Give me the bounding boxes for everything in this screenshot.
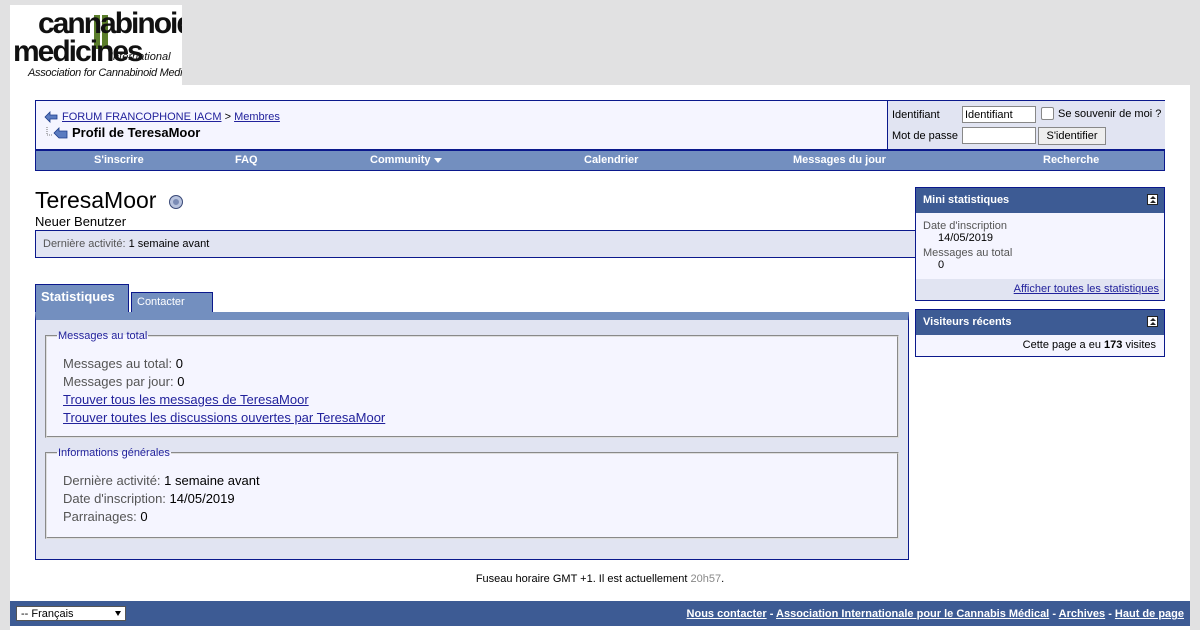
- join-date-row: Date d'inscription: 14/05/2019: [63, 491, 235, 506]
- profile-usertitle: Neuer Benutzer: [35, 214, 127, 229]
- recent-visitors-header: Visiteurs récents: [916, 310, 1164, 335]
- footer-links: Nous contacter - Association Internation…: [687, 608, 1184, 620]
- visit-count-text: Cette page a eu 173 visites: [1023, 339, 1156, 351]
- footer-link-separator: -: [1108, 608, 1112, 620]
- posts-per-day-label: Messages par jour:: [63, 374, 174, 389]
- general-info-fieldset: Informations générales Dernière activité…: [45, 447, 899, 539]
- username-input[interactable]: [962, 106, 1036, 123]
- logo-text-line3: International: [110, 51, 171, 63]
- timezone-period: .: [721, 573, 725, 585]
- offline-status-icon: [169, 195, 183, 209]
- menu-community[interactable]: Community: [370, 154, 442, 166]
- password-input[interactable]: [962, 127, 1036, 144]
- dropdown-arrow-icon: [115, 611, 121, 616]
- timezone-text: Fuseau horaire GMT +1. Il est actuelleme…: [475, 573, 688, 585]
- mini-stats-title: Mini statistiques: [923, 194, 1010, 206]
- visit-count-suffix: visites: [1125, 339, 1156, 351]
- page-container: FORUM FRANCOPHONE IACM > Membres Profil …: [10, 85, 1190, 630]
- recent-visitors-title: Visiteurs récents: [923, 316, 1012, 328]
- general-last-activity-label: Dernière activité:: [63, 473, 161, 488]
- referrals-value: 0: [140, 509, 148, 524]
- find-all-threads-link[interactable]: Trouver toutes les discussions ouvertes …: [63, 410, 385, 425]
- total-posts-value: 0: [175, 356, 183, 371]
- posts-per-day-row: Messages par jour: 0: [63, 374, 184, 389]
- statistics-panel: Messages au total Messages au total: 0 M…: [35, 312, 909, 560]
- main-menu: S'inscrire FAQ Community Calendrier Mess…: [35, 150, 1165, 171]
- timezone-line: Fuseau horaire GMT +1. Il est actuelleme…: [10, 573, 1190, 585]
- last-activity-label: Dernière activité:: [43, 238, 126, 250]
- last-activity-value: 1 semaine avant: [128, 238, 210, 250]
- show-all-stats-link[interactable]: Afficher toutes les statistiques: [1014, 283, 1159, 295]
- join-date-label: Date d'inscription:: [63, 491, 166, 506]
- referrals-label: Parrainages:: [63, 509, 137, 524]
- mini-join-date-value: 14/05/2019: [938, 232, 994, 244]
- menu-search[interactable]: Recherche: [1043, 154, 1099, 166]
- password-label: Mot de passe: [892, 130, 959, 142]
- general-info-legend: Informations générales: [58, 447, 170, 459]
- collapse-icon[interactable]: [1147, 316, 1158, 327]
- footer-link-separator: -: [1052, 608, 1056, 620]
- collapse-icon[interactable]: [1147, 194, 1158, 205]
- posts-fieldset: Messages au total Messages au total: 0 M…: [45, 330, 899, 438]
- mini-total-posts-value: 0: [938, 259, 945, 271]
- footer-link-separator: -: [769, 608, 774, 620]
- footer-bar: -- Français Nous contacter - Association…: [10, 601, 1190, 626]
- breadcrumb-separator: >: [224, 111, 231, 123]
- visit-count-number: 173: [1104, 339, 1123, 351]
- login-form: Identifiant Se souvenir de moi ? Mot de …: [887, 101, 1165, 149]
- breadcrumb-members-link[interactable]: Membres: [234, 111, 280, 123]
- tab-contact[interactable]: Contacter: [131, 292, 213, 312]
- navbar: FORUM FRANCOPHONE IACM > Membres Profil …: [35, 100, 1165, 150]
- menu-todays-posts[interactable]: Messages du jour: [793, 154, 886, 166]
- menu-calendar[interactable]: Calendrier: [584, 154, 638, 166]
- mini-stats-box: Mini statistiques Date d'inscription 14/…: [915, 187, 1165, 301]
- breadcrumb-current: Profil de TeresaMoor: [72, 125, 201, 140]
- login-button[interactable]: S'identifier: [1038, 127, 1106, 145]
- current-time: 20h57: [690, 573, 722, 585]
- menu-community-label: Community: [370, 154, 431, 166]
- general-last-activity-value: 1 semaine avant: [164, 473, 260, 488]
- mini-stats-footer: Afficher toutes les statistiques: [916, 279, 1164, 300]
- username-label: Identifiant: [892, 109, 940, 121]
- top-of-page-link[interactable]: Haut de page: [1115, 608, 1184, 620]
- mini-total-posts-label: Messages au total: [923, 247, 1013, 259]
- chevron-down-icon: [433, 157, 442, 163]
- total-posts-row: Messages au total: 0: [63, 356, 183, 371]
- find-all-posts-link[interactable]: Trouver tous les messages de TeresaMoor: [63, 392, 309, 407]
- join-date-value: 14/05/2019: [169, 491, 235, 506]
- language-selected: -- Français: [21, 608, 74, 620]
- posts-per-day-value: 0: [177, 374, 185, 389]
- referrals-row: Parrainages: 0: [63, 509, 148, 524]
- breadcrumb: FORUM FRANCOPHONE IACM > Membres Profil …: [44, 111, 280, 140]
- posts-legend: Messages au total: [58, 330, 148, 342]
- checkbox-box[interactable]: [1041, 107, 1054, 120]
- profile-username: TeresaMoor: [35, 187, 157, 213]
- total-posts-label: Messages au total:: [63, 356, 173, 371]
- remember-me-checkbox[interactable]: Se souvenir de moi ?: [1041, 107, 1161, 120]
- visit-count-prefix: Cette page a eu: [1022, 339, 1101, 351]
- menu-register[interactable]: S'inscrire: [94, 154, 144, 166]
- menu-faq[interactable]: FAQ: [235, 154, 258, 166]
- logo-text-line4: Association for Cannabinoid Medicines: [28, 67, 182, 79]
- tree-folder-icon: [46, 126, 68, 138]
- last-activity-row: Dernière activité: 1 semaine avant: [63, 473, 260, 488]
- mini-stats-header: Mini statistiques: [916, 188, 1164, 213]
- last-activity-bar: Dernière activité: 1 semaine avant: [35, 230, 916, 258]
- contact-us-link[interactable]: Nous contacter: [687, 608, 767, 620]
- remember-me-label: Se souvenir de moi ?: [1058, 107, 1162, 120]
- archives-link[interactable]: Archives: [1059, 608, 1105, 620]
- back-arrow-icon[interactable]: [44, 111, 58, 123]
- mini-join-date-label: Date d'inscription: [923, 220, 1008, 232]
- recent-visitors-box: Visiteurs récents Cette page a eu 173 vi…: [915, 309, 1165, 357]
- breadcrumb-forum-link[interactable]: FORUM FRANCOPHONE IACM: [62, 111, 222, 123]
- site-logo[interactable]: cannabinoid medicines International Asso…: [10, 5, 182, 85]
- association-link[interactable]: Association Internationale pour le Canna…: [776, 608, 1049, 620]
- language-select[interactable]: -- Français: [16, 606, 126, 621]
